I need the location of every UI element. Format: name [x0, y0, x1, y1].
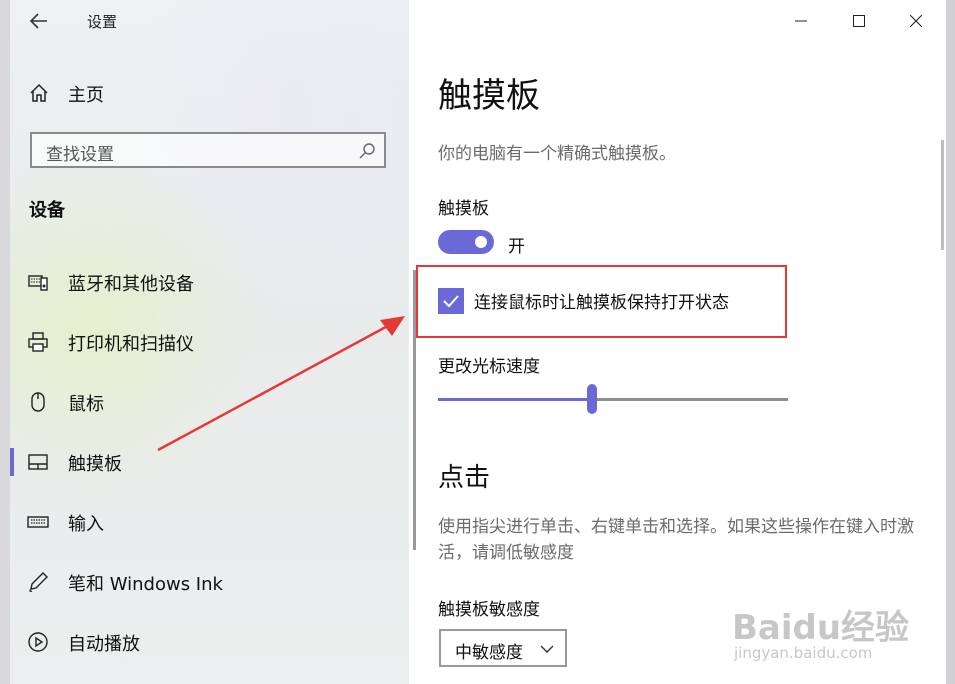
touchpad-icon: [28, 454, 48, 470]
search-placeholder: 查找设置: [46, 145, 114, 165]
touchpad-toggle-label: 触摸板: [438, 199, 489, 219]
sidebar-item-typing[interactable]: 输入: [10, 502, 409, 542]
sidebar-item-label: 自动播放: [68, 634, 140, 655]
search-icon: [359, 143, 375, 159]
tap-description: 使用指尖进行单击、右键单击和选择。如果这些操作在键入时激活，请调低敏感度: [438, 517, 914, 563]
sidebar-item-pen[interactable]: 笔和 Windows Ink: [10, 562, 409, 602]
app-title: 设置: [87, 13, 118, 31]
slider-fill: [438, 398, 592, 401]
sidebar-item-label: 打印机和扫描仪: [68, 334, 194, 355]
toggle-knob: [475, 236, 487, 248]
sidebar-scrollbar[interactable]: [413, 270, 416, 550]
tap-heading: 点击: [438, 463, 491, 493]
sidebar-item-touchpad[interactable]: 触摸板: [10, 442, 409, 482]
sensitivity-dropdown[interactable]: 中敏感度: [439, 629, 567, 667]
keep-touchpad-on-label[interactable]: 连接鼠标时让触摸板保持打开状态: [474, 288, 729, 313]
home-icon: [30, 83, 48, 102]
touchpad-toggle[interactable]: [438, 230, 494, 254]
sidebar-item-label: 鼠标: [68, 394, 104, 415]
sidebar: 设置 主页 查找设置 设备 蓝牙和其他设备 打印机和扫描仪 鼠标 触摸板 输入 …: [10, 0, 409, 684]
keyboard-icon: [27, 516, 49, 528]
watermark-logo: Baidu经验: [732, 608, 910, 648]
page-title: 触摸板: [438, 76, 540, 116]
sidebar-item-home[interactable]: 主页: [10, 76, 409, 110]
bluetooth-devices-icon: [28, 275, 48, 291]
back-arrow-icon: [30, 13, 47, 29]
pen-icon: [29, 572, 48, 592]
close-button[interactable]: [896, 6, 936, 36]
sidebar-item-bluetooth[interactable]: 蓝牙和其他设备: [10, 262, 409, 302]
maximize-button[interactable]: [839, 6, 879, 36]
sidebar-item-label: 笔和 Windows Ink: [68, 574, 223, 595]
mouse-icon: [31, 392, 45, 412]
sidebar-item-label: 输入: [68, 514, 104, 535]
watermark-url: jingyan.baidu.com: [734, 644, 873, 662]
title-bar: 设置: [10, 0, 409, 42]
baidu-watermark: Baidu经验 jingyan.baidu.com: [732, 600, 932, 670]
sidebar-item-printers[interactable]: 打印机和扫描仪: [10, 322, 409, 362]
cursor-speed-label: 更改光标速度: [438, 357, 540, 377]
sidebar-item-mouse[interactable]: 鼠标: [10, 382, 409, 422]
keep-touchpad-on-checkbox[interactable]: [438, 288, 464, 314]
sidebar-item-label: 触摸板: [68, 454, 122, 475]
close-icon: [910, 15, 922, 27]
maximize-icon: [853, 15, 865, 27]
minimize-button[interactable]: [781, 6, 821, 36]
back-button[interactable]: [24, 8, 54, 34]
printer-icon: [28, 332, 48, 352]
search-input[interactable]: 查找设置: [30, 132, 386, 168]
checkmark-icon: [443, 295, 459, 308]
page-description: 你的电脑有一个精确式触摸板。: [438, 144, 676, 164]
section-title: 设备: [29, 200, 65, 221]
slider-thumb[interactable]: [587, 384, 597, 414]
main-content: 触摸板 你的电脑有一个精确式触摸板。 触摸板 开 连接鼠标时让触摸板保持打开状态…: [409, 0, 946, 684]
autoplay-icon: [28, 632, 48, 652]
sensitivity-label: 触摸板敏感度: [438, 600, 540, 620]
home-label: 主页: [68, 85, 104, 106]
sensitivity-value: 中敏感度: [455, 643, 523, 663]
chevron-down-icon: [540, 645, 554, 653]
sidebar-item-label: 蓝牙和其他设备: [68, 274, 194, 295]
sidebar-item-autoplay[interactable]: 自动播放: [10, 622, 409, 662]
cursor-speed-slider[interactable]: [438, 384, 788, 414]
minimize-icon: [795, 20, 807, 22]
toggle-state-label: 开: [508, 237, 525, 257]
content-scrollbar[interactable]: [941, 140, 944, 250]
active-indicator: [10, 448, 14, 476]
settings-window: 设置 主页 查找设置 设备 蓝牙和其他设备 打印机和扫描仪 鼠标 触摸板 输入 …: [10, 0, 946, 684]
